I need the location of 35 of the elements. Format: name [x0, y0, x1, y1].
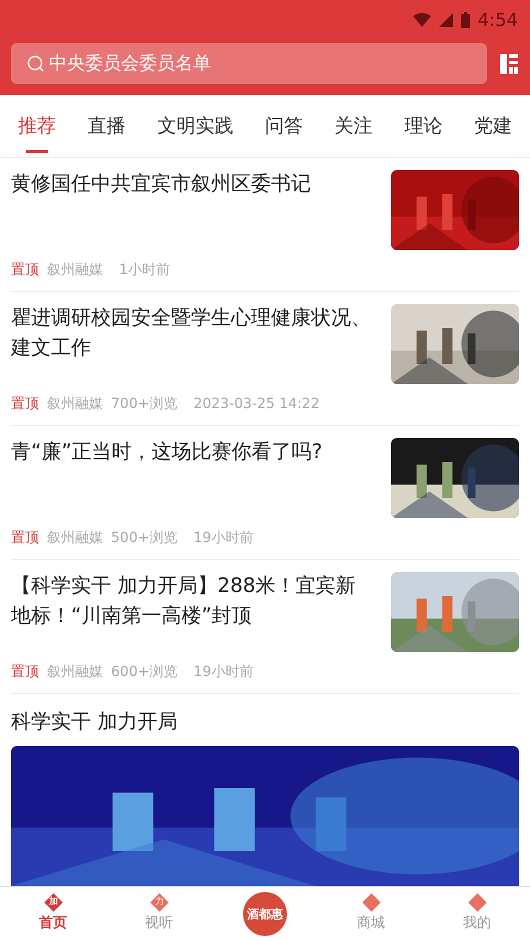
- nav-tab[interactable]: 加 首页: [31, 893, 75, 934]
- pinned-tag: 置顶: [11, 394, 39, 415]
- article-title[interactable]: 【科学实干 加力开局】288米！宜宾新地标！“川南第一高楼”封顶: [11, 570, 375, 630]
- article-source: 叙州融媒: [47, 395, 103, 414]
- pinned-tag: 置顶: [11, 528, 39, 549]
- article-source: 叙州融媒: [47, 261, 103, 280]
- category-tab[interactable]: 问答: [264, 95, 303, 157]
- view-count: 600+浏览: [111, 663, 178, 682]
- article-title[interactable]: 黄修国任中共宜宾市叙州区委书记: [11, 168, 375, 198]
- view-count: 500+浏览: [111, 529, 178, 548]
- pinned-tag: 置顶: [11, 662, 39, 683]
- article-time: 1小时前: [119, 261, 170, 280]
- pinned-tag: 置顶: [11, 260, 39, 281]
- wifi-icon: [412, 13, 431, 27]
- category-tab[interactable]: 文明实践: [157, 95, 234, 157]
- article-title[interactable]: 青“廉”正当时，这场比赛你看了吗?: [11, 436, 375, 466]
- article-time: 19小时前: [193, 529, 254, 548]
- status-time: 4:54: [478, 8, 518, 32]
- search-icon: [27, 55, 45, 73]
- article-source: 叙州融媒: [47, 663, 103, 682]
- article-source: 叙州融媒: [47, 529, 103, 548]
- section-title: 科学实干 加力开局: [11, 708, 178, 735]
- category-tab[interactable]: 推荐: [18, 95, 56, 157]
- category-tab[interactable]: 直播: [88, 95, 126, 157]
- battery-icon: [460, 12, 470, 28]
- category-tab[interactable]: 理论: [404, 95, 442, 157]
- article-title[interactable]: 瞿进调研校园安全暨学生心理健康状况、建文工作: [11, 302, 375, 362]
- category-tab[interactable]: 党建: [474, 95, 512, 157]
- center-nav-button[interactable]: 酒都惠: [243, 892, 287, 936]
- category-tab[interactable]: 关注: [334, 95, 373, 157]
- view-count: 700+浏览: [111, 395, 178, 414]
- article-time: 19小时前: [193, 663, 254, 682]
- signal-icon: [438, 13, 453, 27]
- article-time: 2023-03-25 14:22: [193, 395, 320, 414]
- search-field[interactable]: 中央委员会委员名单: [11, 43, 487, 84]
